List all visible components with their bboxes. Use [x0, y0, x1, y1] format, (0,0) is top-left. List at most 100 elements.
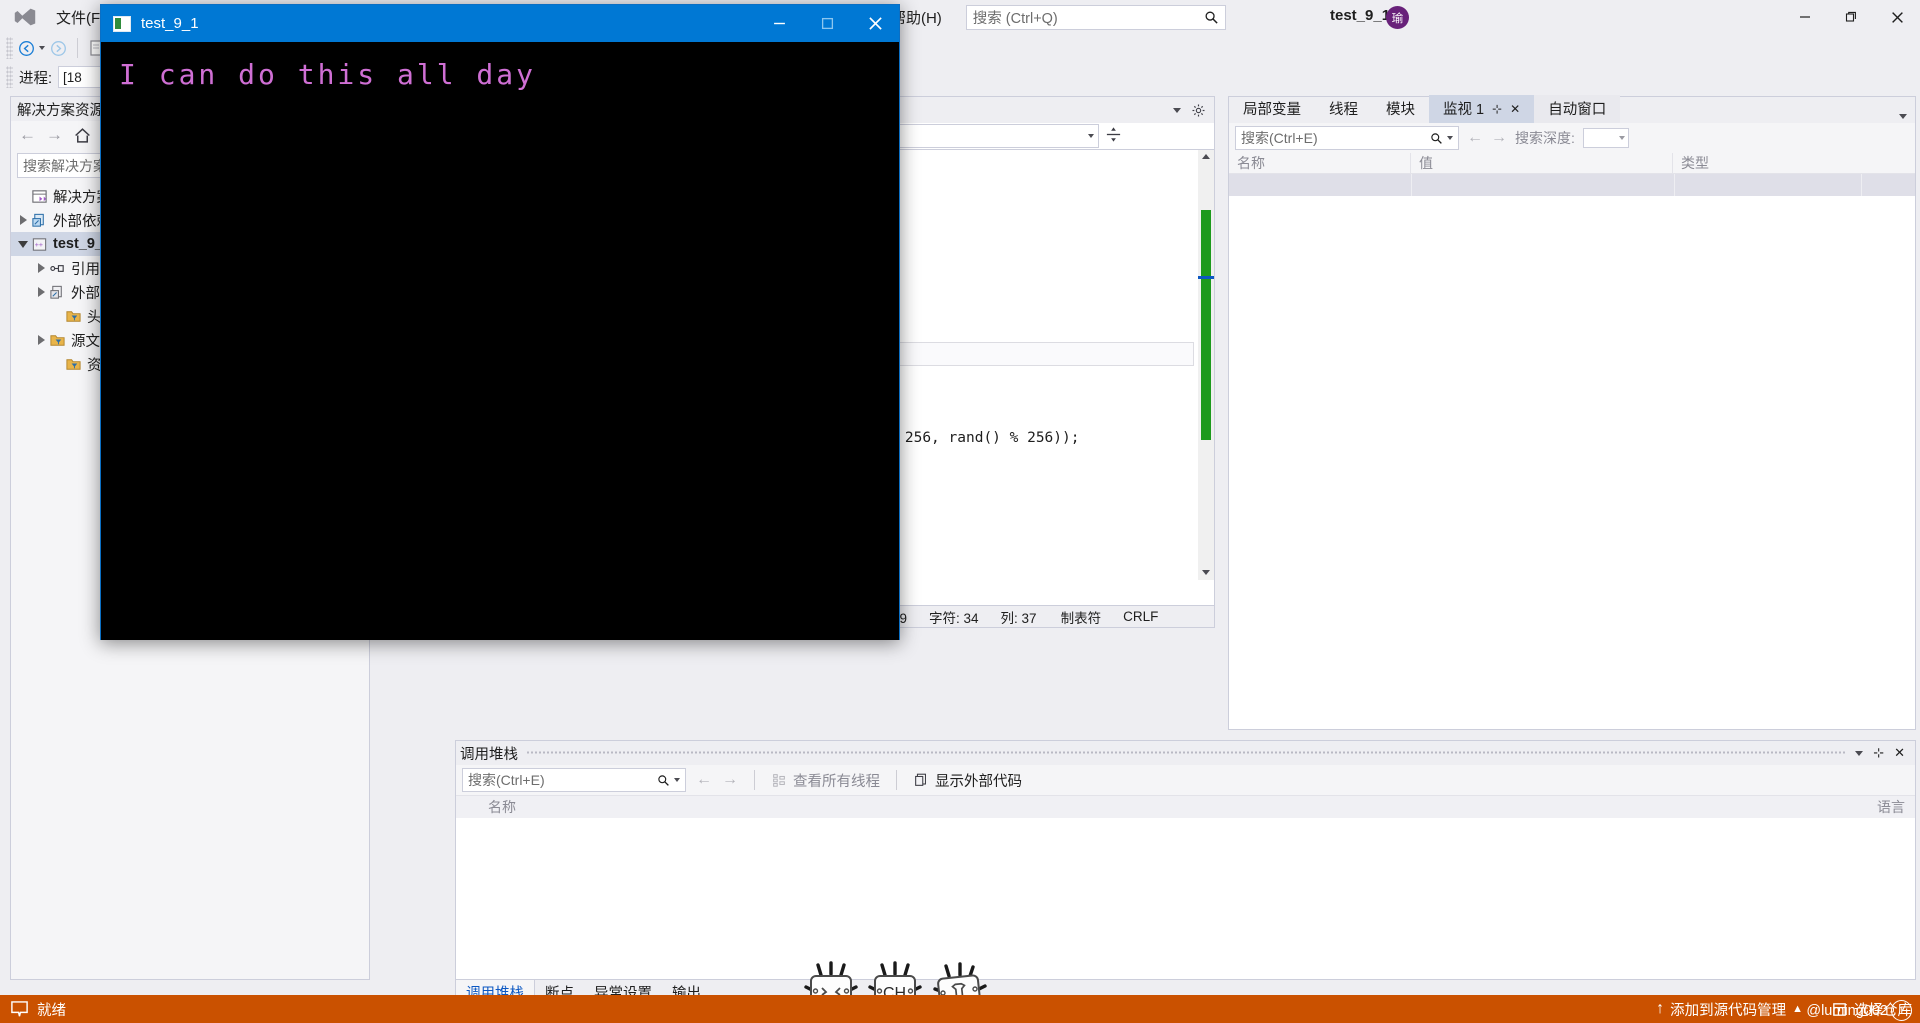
toolbar-grip[interactable]	[6, 37, 13, 59]
close-button[interactable]	[1874, 0, 1920, 34]
chevron-up-icon[interactable]: ▲	[1792, 1003, 1803, 1015]
call-stack-search-next-button[interactable]: →	[722, 771, 738, 789]
maximize-button[interactable]	[1828, 0, 1874, 34]
solution-icon	[32, 189, 47, 203]
editor-tab-overflow-dropdown[interactable]	[1173, 107, 1181, 113]
watch-search-input[interactable]: 搜索(Ctrl+E)	[1235, 126, 1459, 150]
column-header-type[interactable]: 类型	[1673, 153, 1915, 173]
minimize-button[interactable]	[1782, 0, 1828, 34]
call-stack-title: 调用堆栈	[460, 746, 518, 763]
header-drag-handle[interactable]	[526, 750, 1848, 756]
watch-search-next-button[interactable]: →	[1491, 129, 1507, 147]
call-stack-panel: 调用堆栈 ⊹ ✕ 搜索(Ctrl+E) ← → 查看所有线程 显示外部代码 名称…	[455, 740, 1916, 980]
call-stack-grid-body[interactable]	[456, 818, 1915, 979]
watch-empty-row[interactable]	[1229, 174, 1915, 196]
line-ending-label: CRLF	[1123, 609, 1159, 624]
view-all-threads-button[interactable]: 查看所有线程	[771, 770, 880, 791]
console-output-area[interactable]: I can do this all day	[101, 42, 899, 640]
scrollbar-thumb[interactable]	[1201, 210, 1211, 440]
call-stack-search-placeholder: 搜索(Ctrl+E)	[468, 772, 545, 788]
watch-panel: 局部变量 线程 模块 监视 1 ⊹ ✕ 自动窗口 搜索(Ctrl+E) ← → …	[1228, 95, 1916, 730]
call-stack-menu-dropdown[interactable]	[1855, 750, 1864, 756]
quick-launch-search[interactable]: 搜索 (Ctrl+Q)	[965, 4, 1226, 30]
call-stack-search-input[interactable]: 搜索(Ctrl+E)	[462, 768, 686, 792]
folder-filter-icon	[50, 334, 65, 346]
scroll-up-button[interactable]	[1199, 150, 1213, 164]
se-forward-button[interactable]: →	[46, 125, 63, 145]
call-stack-search-prev-button[interactable]: ←	[696, 771, 712, 789]
debug-toolbar-grip[interactable]	[6, 66, 13, 88]
status-bar: 就绪 ↑ 添加到源代码管理 ▲ 选择仓库 @luming002 1	[0, 995, 1920, 1023]
call-stack-grid-header[interactable]: 名称 语言	[456, 795, 1915, 818]
search-depth-combo[interactable]	[1582, 128, 1629, 148]
show-external-code-label: 显示外部代码	[935, 773, 1022, 790]
twisty-closed-icon[interactable]	[37, 287, 45, 297]
watch-panel-overflow-dropdown[interactable]	[1899, 114, 1907, 123]
process-label: 进程:	[19, 70, 53, 87]
watch-toolbar[interactable]: 搜索(Ctrl+E) ← → 搜索深度:	[1229, 123, 1915, 153]
se-back-button[interactable]: ←	[19, 125, 36, 145]
call-stack-toolbar[interactable]: 搜索(Ctrl+E) ← → 查看所有线程 显示外部代码	[456, 765, 1915, 795]
show-external-code-button[interactable]: 显示外部代码	[913, 770, 1022, 791]
pin-icon[interactable]: ⊹	[1873, 745, 1884, 761]
notification-flag-icon[interactable]	[10, 1000, 29, 1019]
add-to-source-control-button[interactable]: ↑ 添加到源代码管理 ▲	[1656, 999, 1803, 1020]
split-editor-button[interactable]	[1105, 126, 1122, 147]
console-title-bar[interactable]: test_9_1	[101, 5, 899, 42]
column-header-name[interactable]: 名称	[1229, 153, 1411, 173]
window-controls[interactable]	[1782, 0, 1920, 34]
tab-watch-1[interactable]: 监视 1 ⊹ ✕	[1429, 95, 1535, 123]
forward-arrow-icon	[50, 40, 66, 56]
references-icon	[50, 264, 64, 272]
column-header-value[interactable]: 值	[1411, 153, 1673, 173]
search-icon	[1205, 11, 1218, 24]
watch-grid-body[interactable]	[1229, 196, 1915, 729]
caret-char-label: 字符: 34	[929, 610, 979, 626]
console-window[interactable]: test_9_1 I can do this all day	[100, 4, 900, 640]
tab-threads[interactable]: 线程	[1315, 95, 1372, 123]
tree-label: 引用	[71, 261, 100, 278]
maximize-icon	[821, 17, 833, 30]
ime-candidate-overlay: @luming002 1	[1806, 1000, 1912, 1021]
console-window-title: test_9_1	[141, 15, 199, 32]
tab-locals[interactable]: 局部变量	[1229, 95, 1315, 123]
arrow-up-icon: ↑	[1656, 1000, 1665, 1017]
ime-overlay-text: @luming002	[1806, 1002, 1888, 1019]
console-window-controls[interactable]	[755, 5, 899, 42]
back-arrow-icon	[18, 40, 34, 56]
minimize-icon	[773, 22, 785, 25]
pin-icon[interactable]: ⊹	[1492, 102, 1502, 116]
close-icon[interactable]: ✕	[1894, 745, 1905, 761]
console-minimize-button[interactable]	[755, 5, 803, 42]
navigate-backward-button[interactable]	[13, 36, 39, 60]
column-header-language[interactable]: 语言	[1877, 797, 1915, 817]
navigate-forward-button[interactable]	[45, 36, 71, 60]
twisty-closed-icon[interactable]	[37, 335, 45, 345]
close-icon[interactable]: ✕	[1510, 102, 1520, 116]
add-to-source-control-label: 添加到源代码管理	[1670, 1002, 1787, 1019]
console-maximize-button[interactable]	[803, 5, 851, 42]
dependencies-icon	[32, 213, 44, 227]
svg-text:++: ++	[35, 240, 43, 248]
search-icon	[658, 774, 669, 786]
watch-grid-header[interactable]: 名称 值 类型	[1229, 153, 1915, 174]
gear-icon[interactable]	[1191, 103, 1206, 118]
twisty-open-icon[interactable]	[18, 240, 28, 248]
column-header-name[interactable]: 名称	[456, 797, 516, 817]
tab-modules[interactable]: 模块	[1372, 95, 1429, 123]
editor-vertical-scrollbar[interactable]	[1198, 150, 1214, 580]
scroll-down-button[interactable]	[1199, 566, 1213, 580]
minimize-icon	[1800, 16, 1810, 18]
process-value: [18	[63, 69, 82, 85]
tab-autos[interactable]: 自动窗口	[1534, 95, 1621, 123]
console-close-button[interactable]	[851, 5, 899, 42]
account-avatar[interactable]: 瑜	[1386, 6, 1409, 29]
watch-tab-strip[interactable]: 局部变量 线程 模块 监视 1 ⊹ ✕ 自动窗口	[1229, 95, 1915, 123]
tabs-mode-label: 制表符	[1060, 610, 1102, 626]
twisty-closed-icon[interactable]	[19, 215, 27, 225]
twisty-closed-icon[interactable]	[37, 263, 45, 273]
quick-launch-placeholder: 搜索 (Ctrl+Q)	[972, 10, 1058, 27]
watch-search-prev-button[interactable]: ←	[1467, 129, 1483, 147]
home-icon[interactable]	[73, 126, 92, 145]
split-horizontal-icon	[1106, 126, 1121, 142]
